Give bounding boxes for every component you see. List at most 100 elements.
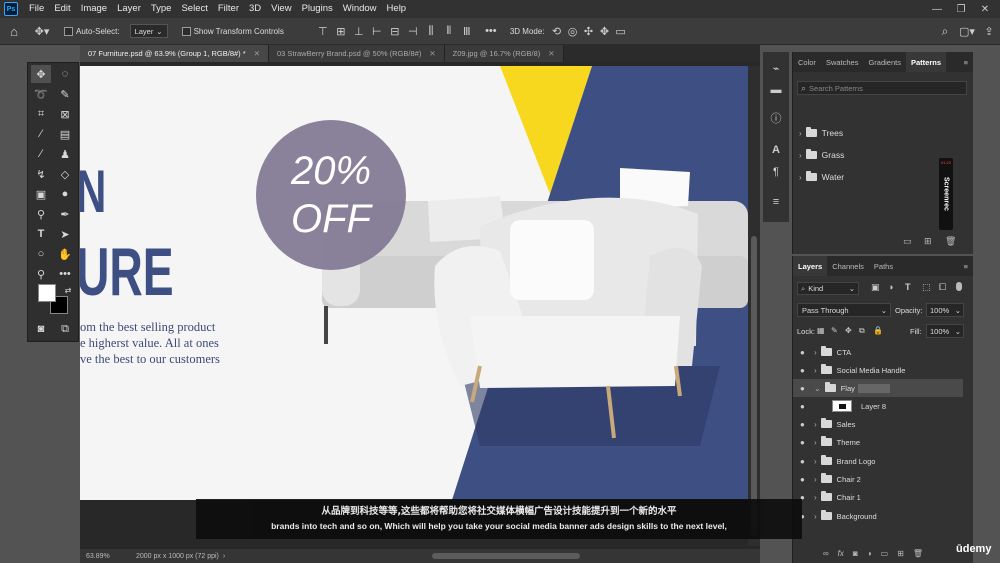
link-layers-icon[interactable]: ∞: [823, 549, 829, 558]
menu-image[interactable]: Image: [76, 0, 112, 18]
eraser-tool-icon[interactable]: ◇: [55, 165, 75, 183]
menu-layer[interactable]: Layer: [112, 0, 146, 18]
character-icon[interactable]: A: [768, 142, 784, 158]
doc-tab-furniture[interactable]: 07 Furniture.psd @ 63.9% (Group 1, RGB/8…: [80, 45, 269, 62]
foreground-color-swatch[interactable]: [38, 284, 56, 302]
3d-roll-icon[interactable]: ◎: [565, 25, 581, 38]
tab-swatches[interactable]: Swatches: [821, 52, 864, 72]
swap-colors-icon[interactable]: ⇄: [58, 281, 78, 299]
trash-icon[interactable]: 🗑: [913, 549, 923, 558]
search-icon[interactable]: ⌕: [934, 24, 956, 39]
eye-icon[interactable]: ●: [800, 457, 808, 466]
adjustments-icon[interactable]: ≡: [768, 194, 784, 210]
pattern-group-grass[interactable]: › Grass: [793, 145, 963, 165]
menu-filter[interactable]: Filter: [213, 0, 244, 18]
vertical-scrollbar[interactable]: [748, 66, 760, 546]
eye-icon[interactable]: ●: [800, 438, 808, 447]
close-tab-icon[interactable]: ✕: [429, 49, 435, 58]
blur-tool-icon[interactable]: ●: [55, 185, 75, 203]
new-group-icon[interactable]: ▭: [903, 236, 912, 247]
new-group-icon[interactable]: ▭: [881, 549, 889, 558]
3d-orbit-icon[interactable]: ⟲: [549, 25, 565, 38]
search-patterns-field[interactable]: ⌕ Search Patterns: [797, 81, 967, 95]
menu-view[interactable]: View: [266, 0, 296, 18]
home-icon[interactable]: ⌂: [0, 24, 28, 39]
panel-menu-icon[interactable]: ≡: [964, 262, 968, 271]
zoom-tool-icon[interactable]: ⚲: [31, 265, 51, 283]
filter-adjustment-icon[interactable]: ◑: [888, 282, 893, 292]
layer-row-cta[interactable]: ● › CTA: [793, 343, 963, 361]
menu-plugins[interactable]: Plugins: [297, 0, 338, 18]
dodge-tool-icon[interactable]: ⚲: [31, 205, 51, 223]
tab-gradients[interactable]: Gradients: [863, 52, 906, 72]
doc-tab-z09[interactable]: Z09.jpg @ 16.7% (RGB/8) ✕: [444, 45, 564, 62]
pattern-group-trees[interactable]: › Trees: [793, 123, 963, 143]
layer-mask-icon[interactable]: ◙: [853, 549, 858, 558]
maximize-icon[interactable]: ❐: [948, 0, 974, 18]
eye-icon[interactable]: ●: [800, 366, 808, 375]
menu-help[interactable]: Help: [382, 0, 412, 18]
close-icon[interactable]: ✕: [972, 0, 998, 18]
stamp-tool-icon[interactable]: ♟: [55, 145, 75, 163]
crop-tool-icon[interactable]: ⌗: [31, 105, 51, 123]
chevron-right-icon[interactable]: ›: [814, 457, 817, 466]
type-tool-icon[interactable]: T: [31, 225, 51, 243]
3d-slide-icon[interactable]: ✥: [597, 25, 613, 38]
align-center-icon[interactable]: ⊟: [386, 25, 404, 38]
layer-filter-dropdown[interactable]: ⌕ Kind ⌄: [797, 282, 859, 295]
chevron-down-icon[interactable]: ⌄: [814, 384, 821, 393]
distribute-spacing-icon[interactable]: Ⅲ: [458, 25, 476, 38]
layer-name-edit-box[interactable]: [857, 383, 890, 393]
chevron-right-icon[interactable]: ›: [799, 173, 802, 182]
chevron-right-icon[interactable]: ›: [814, 512, 817, 521]
screen-mode-icon[interactable]: ⧉: [55, 320, 75, 338]
distribute-h-icon[interactable]: ⫴: [440, 25, 458, 38]
layer-row-background[interactable]: ● › Background: [793, 507, 963, 525]
status-arrow-icon[interactable]: ›: [223, 553, 225, 560]
canvas-area[interactable]: 20% OFF N URE om the best selling produc…: [80, 62, 760, 549]
chevron-right-icon[interactable]: ›: [814, 493, 817, 502]
filter-type-icon[interactable]: T: [905, 282, 911, 292]
artboard[interactable]: 20% OFF N URE om the best selling produc…: [80, 66, 748, 500]
info-icon[interactable]: ⓘ: [768, 110, 784, 126]
menu-window[interactable]: Window: [338, 0, 382, 18]
menu-edit[interactable]: Edit: [49, 0, 75, 18]
align-middle-icon[interactable]: ⊞: [332, 25, 350, 38]
menu-3d[interactable]: 3D: [244, 0, 266, 18]
chevron-right-icon[interactable]: ›: [814, 420, 817, 429]
lock-position-icon[interactable]: ✥: [845, 326, 852, 335]
paragraph-icon[interactable]: ¶: [768, 164, 784, 180]
workspace-icon[interactable]: ▢▾: [956, 25, 978, 38]
3d-scale-icon[interactable]: ▭: [613, 25, 629, 38]
eye-icon[interactable]: ●: [800, 475, 808, 484]
eye-icon[interactable]: ●: [800, 402, 808, 411]
layer-row-social-media-handle[interactable]: ● › Social Media Handle: [793, 361, 963, 379]
lock-pixels-icon[interactable]: ▦: [817, 326, 825, 335]
layer-row-theme[interactable]: ● › Theme: [793, 433, 963, 451]
brush-tool-icon[interactable]: ∕: [31, 145, 51, 163]
doc-tab-strawberry[interactable]: 03 StrawBerry Brand.psd @ 50% (RGB/8#) ✕: [268, 45, 445, 62]
move-tool-icon[interactable]: ✥▾: [28, 25, 56, 38]
filter-shape-icon[interactable]: ⬚: [922, 282, 931, 293]
chevron-right-icon[interactable]: ›: [814, 438, 817, 447]
chevron-right-icon[interactable]: ›: [799, 151, 802, 160]
close-tab-icon[interactable]: ✕: [254, 49, 260, 58]
ellipse-tool-icon[interactable]: ○: [31, 245, 51, 263]
new-pattern-icon[interactable]: ⊞: [924, 236, 932, 247]
layer-row-layer-8[interactable]: ● Layer 8: [793, 397, 963, 415]
eye-icon[interactable]: ●: [800, 348, 808, 357]
auto-select-checkbox[interactable]: [64, 26, 73, 36]
filter-pixel-icon[interactable]: ▣: [871, 282, 880, 293]
opacity-field[interactable]: 100% ⌄: [926, 303, 964, 317]
tab-patterns[interactable]: Patterns: [906, 52, 947, 72]
eyedropper-icon[interactable]: ⁄: [31, 125, 51, 143]
chevron-right-icon[interactable]: ›: [799, 129, 802, 138]
tab-channels[interactable]: Channels: [827, 256, 869, 276]
zoom-level[interactable]: 63.89%: [86, 553, 136, 560]
fx-icon[interactable]: fx: [838, 549, 844, 558]
align-top-icon[interactable]: ⊤: [314, 25, 332, 38]
pen-tool-icon[interactable]: ✒: [55, 205, 75, 223]
panel-menu-icon[interactable]: ≡: [964, 58, 968, 67]
menu-select[interactable]: Select: [176, 0, 212, 18]
tab-color[interactable]: Color: [793, 52, 821, 72]
